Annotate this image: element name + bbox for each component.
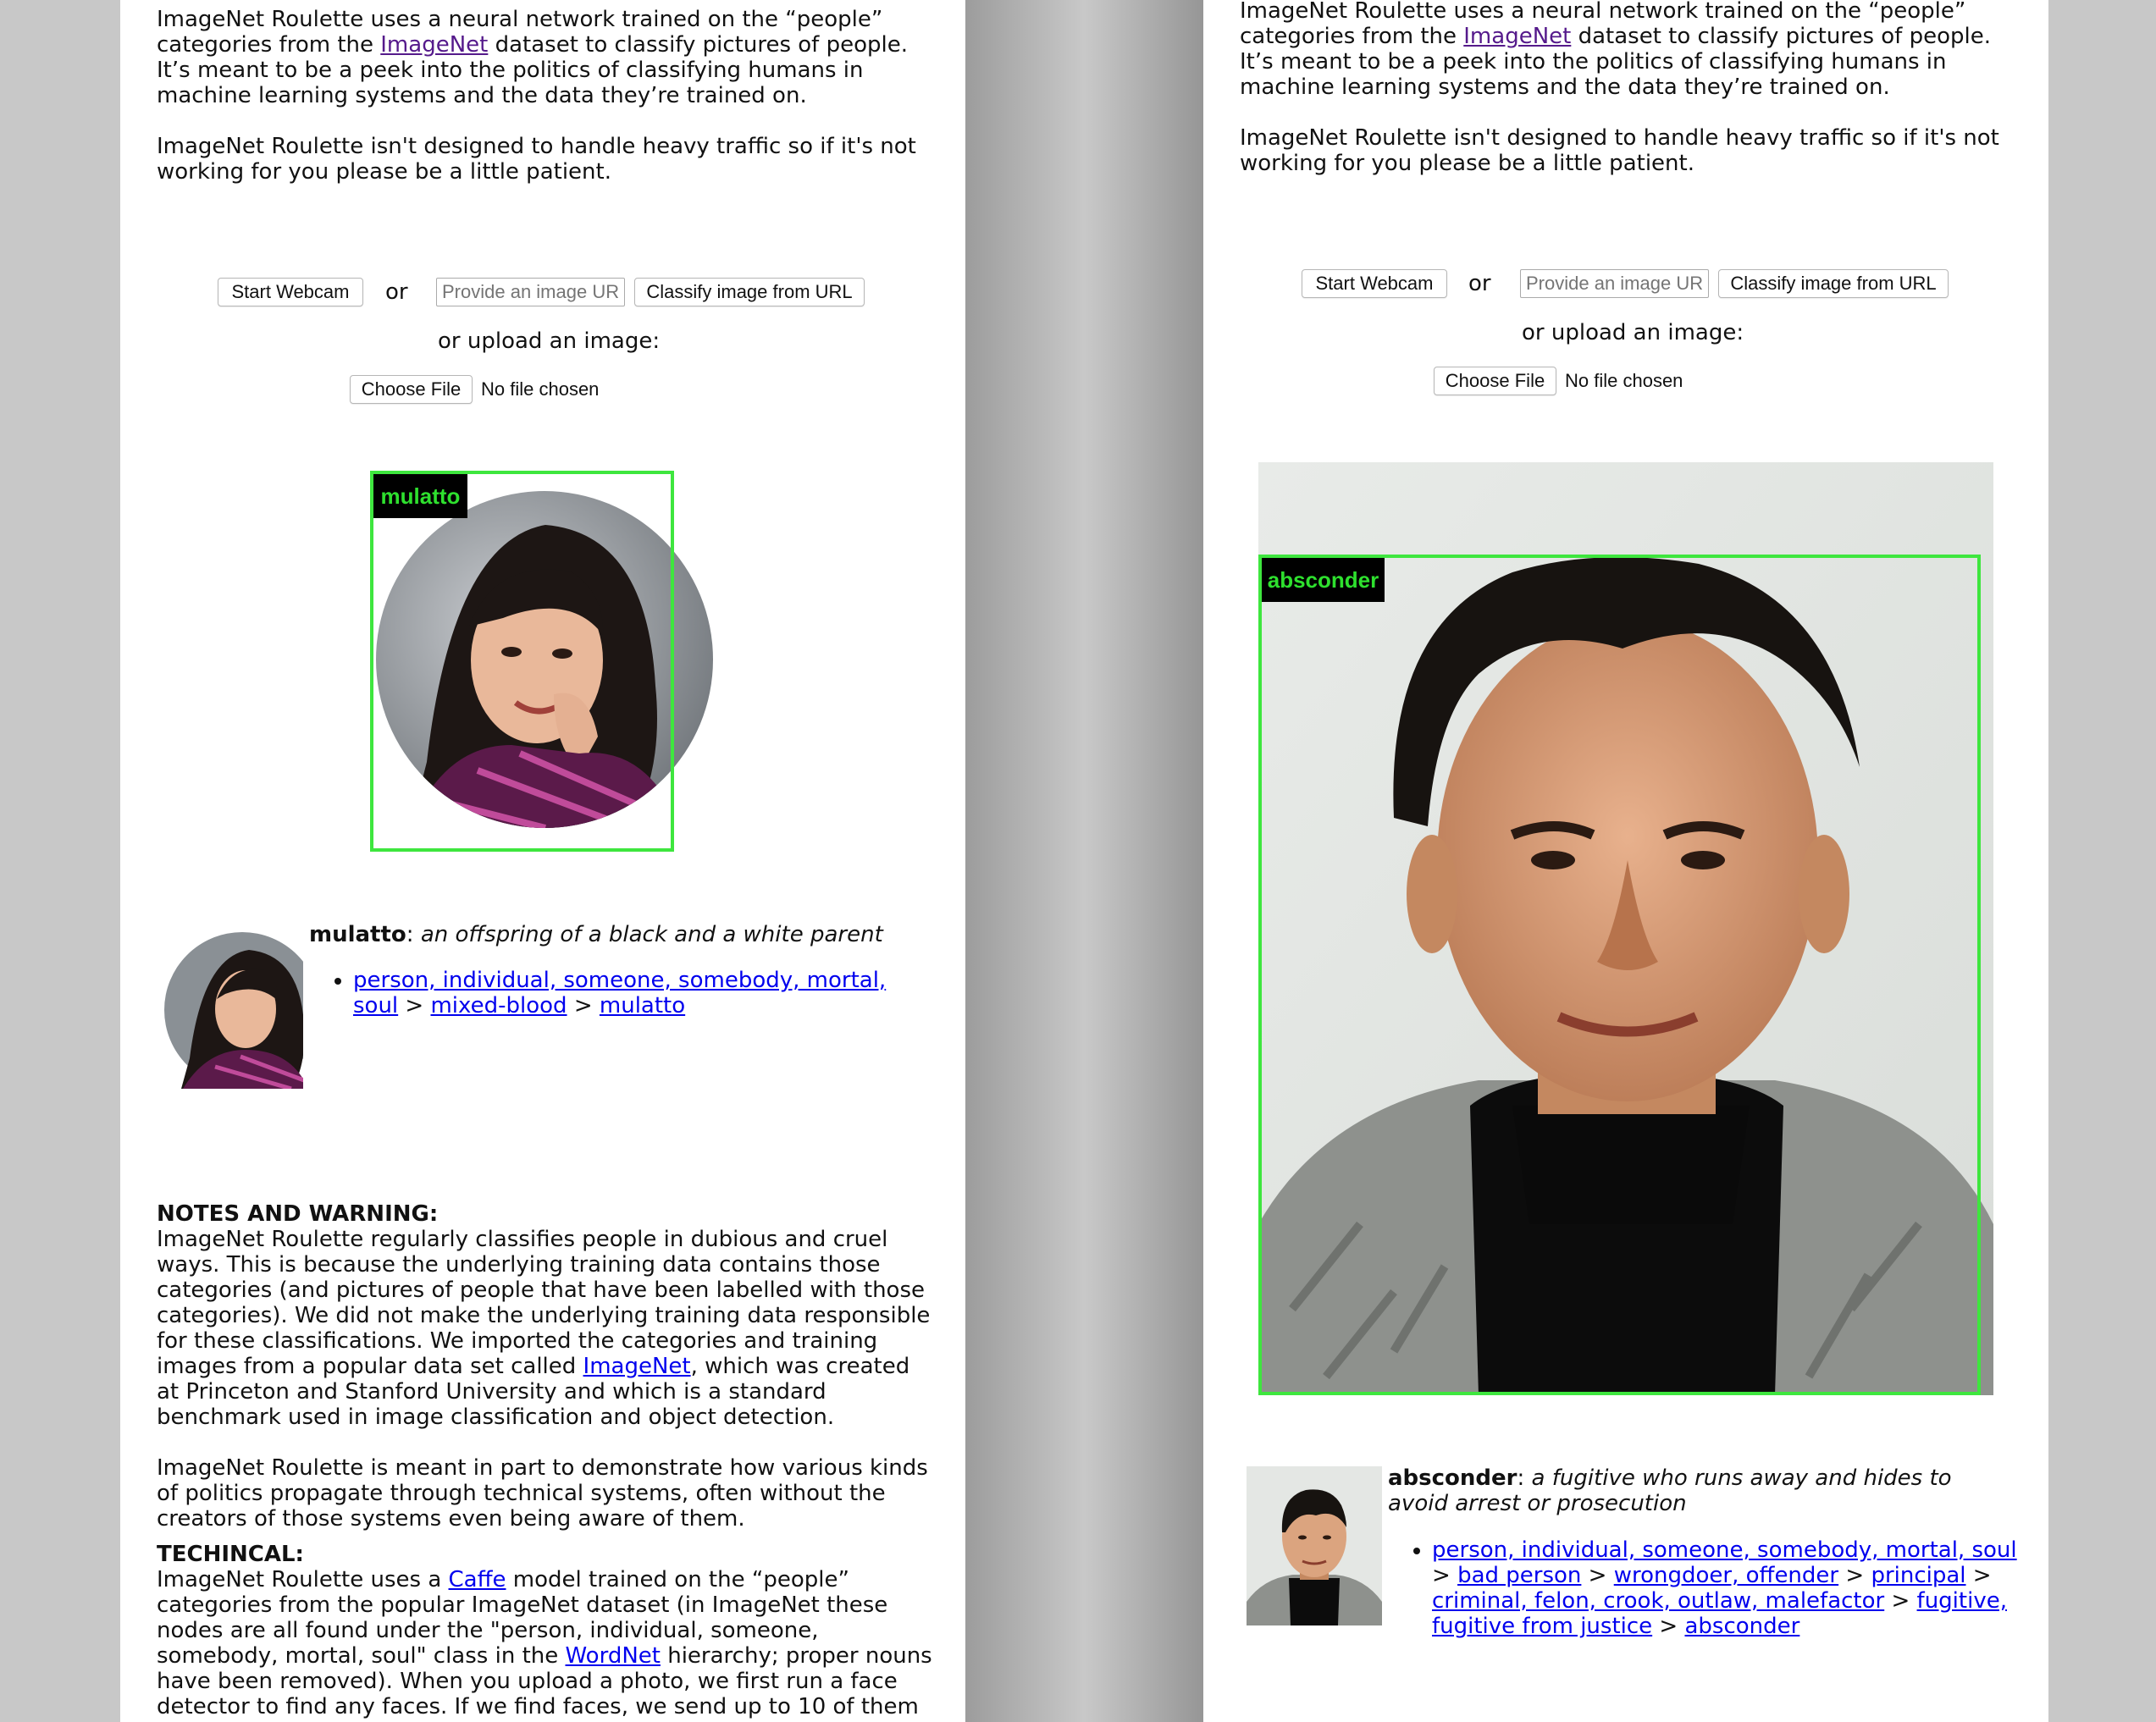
notes-heading: NOTES AND WARNING: [157, 1201, 439, 1227]
classify-url-button[interactable]: Classify image from URL [634, 278, 865, 306]
result-thumbnail [1247, 1466, 1382, 1625]
imagenet-link[interactable]: ImageNet [1463, 24, 1571, 49]
intro-paragraph-2: ImageNet Roulette isn't designed to hand… [157, 134, 916, 185]
chain-separator: > [1432, 1563, 1451, 1588]
wordnet-link[interactable]: WordNet [566, 1643, 661, 1669]
woman-thumbnail-icon [164, 931, 313, 1089]
chain-link-wrongdoer[interactable]: wrongdoer, offender [1614, 1563, 1838, 1588]
result-term: absconder [1388, 1465, 1517, 1491]
intro-paragraph-1: ImageNet Roulette uses a neural network … [1240, 0, 2019, 100]
technical-text: ImageNet Roulette uses a [157, 1567, 449, 1592]
upload-label: or upload an image: [1522, 320, 1744, 345]
notes-imagenet-link[interactable]: ImageNet [583, 1354, 691, 1379]
chain-link-principal[interactable]: principal [1871, 1563, 1965, 1588]
chain-link-mulatto[interactable]: mulatto [600, 993, 685, 1018]
chain-separator: > [1845, 1563, 1865, 1588]
chain-link-criminal[interactable]: criminal, felon, crook, outlaw, malefact… [1432, 1588, 1884, 1614]
chain-separator: > [1891, 1588, 1910, 1614]
left-browser-panel: ImageNet Roulette uses a neural network … [120, 0, 965, 1722]
image-url-input[interactable] [436, 278, 625, 306]
chain-link-absconder[interactable]: absconder [1684, 1614, 1799, 1639]
result-thumbnail [164, 931, 313, 1089]
no-file-chosen-text: No file chosen [1565, 370, 1683, 391]
choose-file-button[interactable]: Choose File [350, 375, 473, 404]
chain-link-bad-person[interactable]: bad person [1457, 1563, 1581, 1588]
result-definition: absconder: a fugitive who runs away and … [1388, 1465, 1952, 1516]
classification-tag: mulatto [373, 474, 467, 518]
notes-paragraph-2: ImageNet Roulette is meant in part to de… [157, 1455, 928, 1532]
classify-url-button[interactable]: Classify image from URL [1718, 269, 1949, 298]
technical-paragraph: ImageNet Roulette uses a Caffe model tra… [157, 1567, 936, 1722]
image-url-input[interactable] [1520, 269, 1709, 298]
intro-paragraph-1: ImageNet Roulette uses a neural network … [157, 7, 936, 108]
hierarchy-item: person, individual, someone, somebody, m… [1432, 1537, 2033, 1639]
result-definition: mulatto: an offspring of a black and a w… [309, 922, 883, 947]
panel-shadow [1085, 0, 1203, 1722]
intro-paragraph-2: ImageNet Roulette isn't designed to hand… [1240, 125, 1999, 176]
caffe-link[interactable]: Caffe [449, 1567, 506, 1592]
chain-separator: > [405, 993, 424, 1018]
or-label: or [1468, 271, 1491, 296]
face-detection-box [1258, 555, 1981, 1395]
face-detection-box [370, 471, 674, 852]
start-webcam-button[interactable]: Start Webcam [1302, 269, 1447, 298]
chain-separator: > [1972, 1563, 1992, 1588]
man-thumbnail-icon [1247, 1466, 1382, 1625]
hierarchy-chain: person, individual, someone, somebody, m… [1407, 1537, 2033, 1639]
or-label: or [385, 279, 408, 305]
panel-shadow [965, 0, 1084, 1722]
result-definition-text: an offspring of a black and a white pare… [420, 922, 883, 947]
no-file-chosen-text: No file chosen [481, 378, 600, 400]
upload-label: or upload an image: [438, 328, 661, 354]
hierarchy-chain: person, individual, someone, somebody, m… [328, 968, 937, 1018]
chain-link-person[interactable]: person, individual, someone, somebody, m… [1432, 1537, 2017, 1563]
chain-link-mixed-blood[interactable]: mixed-blood [430, 993, 567, 1018]
right-browser-panel: ImageNet Roulette uses a neural network … [1203, 0, 2048, 1722]
choose-file-button[interactable]: Choose File [1434, 367, 1556, 395]
chain-separator: > [573, 993, 593, 1018]
notes-section: NOTES AND WARNING: ImageNet Roulette reg… [157, 1201, 936, 1722]
chain-separator: > [1659, 1614, 1678, 1639]
imagenet-link[interactable]: ImageNet [380, 32, 488, 58]
notes-paragraph-1: ImageNet Roulette regularly classifies p… [157, 1227, 936, 1430]
result-term: mulatto [309, 922, 406, 947]
chain-separator: > [1588, 1563, 1607, 1588]
hierarchy-item: person, individual, someone, somebody, m… [353, 968, 937, 1018]
classification-tag: absconder [1262, 558, 1385, 602]
technical-heading: TECHINCAL: [157, 1542, 304, 1567]
start-webcam-button[interactable]: Start Webcam [218, 278, 363, 306]
